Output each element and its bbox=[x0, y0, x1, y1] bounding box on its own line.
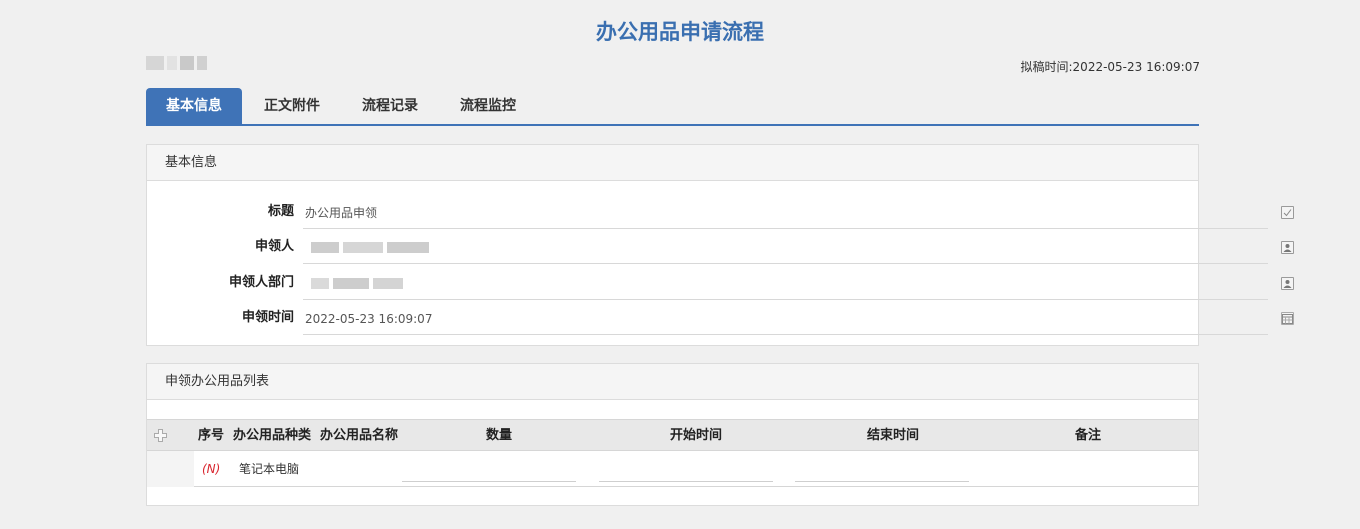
calendar-icon[interactable] bbox=[1281, 312, 1294, 325]
table-row: (N) 笔记本电脑 bbox=[147, 451, 1198, 487]
tab-basic-info[interactable]: 基本信息 bbox=[146, 88, 242, 124]
draft-time-label: 拟稿时间: bbox=[1020, 60, 1073, 74]
quantity-input[interactable] bbox=[402, 481, 576, 482]
edit-icon[interactable] bbox=[1281, 206, 1294, 219]
col-quantity: 数量 bbox=[486, 428, 513, 443]
user-picker-icon[interactable] bbox=[1281, 277, 1294, 290]
end-time-input[interactable] bbox=[795, 481, 969, 482]
basic-info-header: 基本信息 bbox=[147, 145, 1198, 181]
col-start-time: 开始时间 bbox=[670, 428, 723, 443]
redacted-applicant bbox=[311, 242, 429, 253]
table-header: 序号 办公用品种类 办公用品名称 数量 开始时间 结束时间 备注 bbox=[147, 419, 1198, 451]
apply-time-label: 申领时间 bbox=[241, 310, 294, 325]
draft-time: 拟稿时间:2022-05-23 16:09:07 bbox=[1021, 58, 1201, 75]
item-list-panel: 申领办公用品列表 序号 办公用品种类 办公用品名称 数量 开始时间 结束时间 备… bbox=[146, 363, 1199, 506]
form-row-applicant: 申领人 bbox=[147, 232, 1294, 268]
form-row-department: 申领人部门 bbox=[147, 268, 1294, 304]
applicant-field[interactable] bbox=[303, 232, 1294, 264]
col-end-time: 结束时间 bbox=[867, 428, 920, 443]
col-category: 办公用品种类 bbox=[233, 428, 312, 443]
tab-process-monitor[interactable]: 流程监控 bbox=[440, 88, 536, 124]
col-remark: 备注 bbox=[1075, 428, 1102, 443]
department-field[interactable] bbox=[303, 268, 1294, 300]
tab-attachments[interactable]: 正文附件 bbox=[244, 88, 340, 124]
basic-info-panel: 基本信息 标题 办公用品申领 申领人 申领人部门 申领时间 2022-05-23… bbox=[146, 144, 1294, 346]
apply-time-value: 2022-05-23 16:09:07 bbox=[305, 311, 433, 326]
tab-process-log[interactable]: 流程记录 bbox=[342, 88, 438, 124]
apply-time-field[interactable]: 2022-05-23 16:09:07 bbox=[303, 303, 1294, 335]
col-name: 办公用品名称 bbox=[320, 428, 399, 443]
department-label: 申领人部门 bbox=[228, 275, 294, 290]
col-index: 序号 bbox=[198, 428, 225, 443]
item-table: 序号 办公用品种类 办公用品名称 数量 开始时间 结束时间 备注 (N) 笔记本… bbox=[147, 419, 1198, 487]
row-category[interactable]: 笔记本电脑 bbox=[239, 451, 299, 487]
title-value: 办公用品申领 bbox=[305, 205, 378, 220]
redacted-department bbox=[311, 278, 403, 289]
page-title: 办公用品申请流程 bbox=[596, 20, 764, 44]
user-picker-icon[interactable] bbox=[1281, 241, 1294, 254]
title-field[interactable]: 办公用品申领 bbox=[303, 197, 1294, 229]
item-list-header: 申领办公用品列表 bbox=[147, 364, 1198, 400]
tab-bar: 基本信息 正文附件 流程记录 流程监控 bbox=[146, 88, 1199, 126]
draft-time-value: 2022-05-23 16:09:07 bbox=[1072, 60, 1200, 74]
add-row-icon[interactable] bbox=[153, 428, 168, 443]
start-time-input[interactable] bbox=[599, 481, 773, 482]
redacted-logo bbox=[146, 52, 216, 74]
applicant-label: 申领人 bbox=[254, 239, 294, 254]
form-row-apply-time: 申领时间 2022-05-23 16:09:07 bbox=[147, 303, 1294, 339]
row-index: (N) bbox=[202, 462, 221, 476]
form-row-title: 标题 办公用品申领 bbox=[147, 197, 1294, 233]
title-label: 标题 bbox=[267, 204, 294, 219]
